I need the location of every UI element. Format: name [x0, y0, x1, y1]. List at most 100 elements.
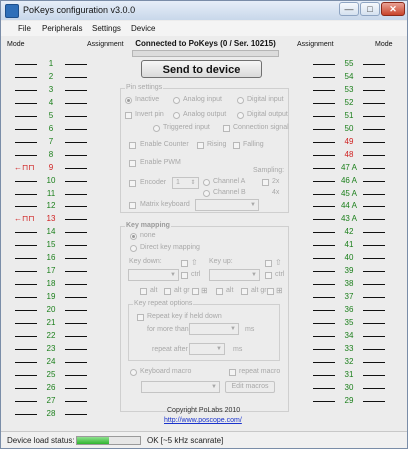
- assignment-line[interactable]: [313, 400, 335, 402]
- channel-a-radio[interactable]: [203, 179, 210, 186]
- digital-input-radio[interactable]: [237, 97, 244, 104]
- inactive-radio[interactable]: [125, 97, 132, 104]
- repeat-key-checkbox[interactable]: [137, 314, 144, 321]
- key-up-altgr-checkbox[interactable]: [241, 288, 248, 295]
- mode-line[interactable]: [363, 180, 385, 182]
- mode-line[interactable]: [363, 115, 385, 117]
- mode-line[interactable]: [363, 206, 385, 208]
- mode-line[interactable]: [363, 335, 385, 337]
- mode-line[interactable]: [363, 310, 385, 312]
- mode-line[interactable]: [363, 232, 385, 234]
- key-up-win-checkbox[interactable]: [267, 288, 274, 295]
- mode-line[interactable]: [363, 64, 385, 65]
- mode-line[interactable]: [363, 167, 385, 169]
- matrix-keyboard-select[interactable]: ▼: [195, 199, 259, 211]
- assignment-line[interactable]: [313, 245, 335, 247]
- key-down-altgr-checkbox[interactable]: [164, 288, 171, 295]
- mode-line[interactable]: [363, 76, 385, 78]
- channel-b-radio[interactable]: [203, 190, 210, 197]
- assignment-line[interactable]: [313, 219, 335, 221]
- menu-file[interactable]: File: [18, 24, 31, 33]
- mode-line[interactable]: [363, 219, 385, 221]
- assignment-line[interactable]: [313, 102, 335, 104]
- mode-line[interactable]: [363, 361, 385, 363]
- assignment-line[interactable]: [313, 310, 335, 312]
- mode-line[interactable]: [363, 128, 385, 130]
- minimize-button[interactable]: —: [339, 2, 359, 16]
- pin-row-right[interactable]: 54: [1, 71, 407, 83]
- key-down-alt-checkbox[interactable]: [140, 288, 147, 295]
- falling-checkbox[interactable]: [233, 142, 240, 149]
- mode-line[interactable]: [363, 154, 385, 156]
- key-up-ctrl-checkbox[interactable]: [265, 272, 272, 279]
- analog-output-radio[interactable]: [173, 112, 180, 119]
- key-up-select[interactable]: ▼: [209, 269, 260, 281]
- mode-line[interactable]: [363, 400, 385, 402]
- digital-output-radio[interactable]: [237, 112, 244, 119]
- website-link[interactable]: http://www.poscope.com/: [164, 417, 242, 424]
- assignment-line[interactable]: [313, 387, 335, 389]
- assignment-line[interactable]: [313, 115, 335, 117]
- maximize-button[interactable]: □: [360, 2, 380, 16]
- assignment-line[interactable]: [65, 413, 87, 415]
- menu-peripherals[interactable]: Peripherals: [42, 24, 82, 33]
- mode-line[interactable]: [363, 141, 385, 143]
- assignment-line[interactable]: [313, 374, 335, 376]
- assignment-line[interactable]: [313, 258, 335, 260]
- sampling-2x-checkbox[interactable]: [262, 179, 269, 186]
- invert-pin-checkbox[interactable]: [125, 112, 132, 119]
- assignment-line[interactable]: [313, 128, 335, 130]
- mode-line[interactable]: [363, 258, 385, 260]
- menu-settings[interactable]: Settings: [92, 24, 121, 33]
- menu-device[interactable]: Device: [131, 24, 155, 33]
- assignment-line[interactable]: [313, 335, 335, 337]
- analog-input-radio[interactable]: [173, 97, 180, 104]
- assignment-line[interactable]: [313, 232, 335, 234]
- mode-line[interactable]: [363, 89, 385, 91]
- enable-pwm-checkbox[interactable]: [129, 160, 136, 167]
- key-up-shift-checkbox[interactable]: [265, 260, 272, 267]
- close-button[interactable]: ✕: [381, 2, 405, 16]
- direct-key-mapping-radio[interactable]: [130, 245, 137, 252]
- assignment-line[interactable]: [313, 76, 335, 78]
- assignment-line[interactable]: [313, 361, 335, 363]
- pin-row-left[interactable]: 28: [1, 408, 111, 420]
- assignment-line[interactable]: [313, 193, 335, 195]
- assignment-line[interactable]: [313, 180, 335, 182]
- assignment-line[interactable]: [313, 284, 335, 286]
- assignment-line[interactable]: [313, 348, 335, 350]
- pin-row-right[interactable]: 43 A: [1, 213, 407, 225]
- mode-line[interactable]: [363, 102, 385, 104]
- triggered-input-radio[interactable]: [153, 125, 160, 132]
- assignment-line[interactable]: [313, 89, 335, 91]
- key-down-shift-checkbox[interactable]: [181, 260, 188, 267]
- assignment-line[interactable]: [313, 141, 335, 143]
- connection-signal-checkbox[interactable]: [223, 125, 230, 132]
- assignment-line[interactable]: [313, 323, 335, 324]
- repeat-delay-select[interactable]: ▼: [189, 323, 239, 335]
- enable-counter-checkbox[interactable]: [129, 142, 136, 149]
- key-none-radio[interactable]: [130, 233, 137, 240]
- edit-macros-button[interactable]: Edit macros: [225, 381, 275, 393]
- assignment-line[interactable]: [313, 167, 335, 169]
- pin-row-right[interactable]: 55: [1, 58, 407, 70]
- rising-checkbox[interactable]: [197, 142, 204, 149]
- assignment-line[interactable]: [313, 297, 335, 299]
- macro-select[interactable]: ▼: [141, 381, 220, 393]
- key-down-select[interactable]: ▼: [128, 269, 179, 281]
- mode-line[interactable]: [363, 348, 385, 350]
- assignment-line[interactable]: [313, 271, 335, 273]
- mode-line[interactable]: [363, 374, 385, 376]
- key-down-ctrl-checkbox[interactable]: [181, 272, 188, 279]
- encoder-index-spinner[interactable]: 1 ⇕: [172, 177, 199, 189]
- assignment-line[interactable]: [313, 206, 335, 208]
- mode-line[interactable]: [363, 323, 385, 324]
- mode-line[interactable]: [363, 271, 385, 273]
- mode-line[interactable]: [15, 413, 37, 415]
- mode-line[interactable]: [363, 245, 385, 247]
- key-down-win-checkbox[interactable]: [192, 288, 199, 295]
- encoder-checkbox[interactable]: [129, 180, 136, 187]
- mode-line[interactable]: [363, 297, 385, 299]
- matrix-keyboard-checkbox[interactable]: [129, 202, 136, 209]
- keyboard-macro-radio[interactable]: [130, 369, 137, 376]
